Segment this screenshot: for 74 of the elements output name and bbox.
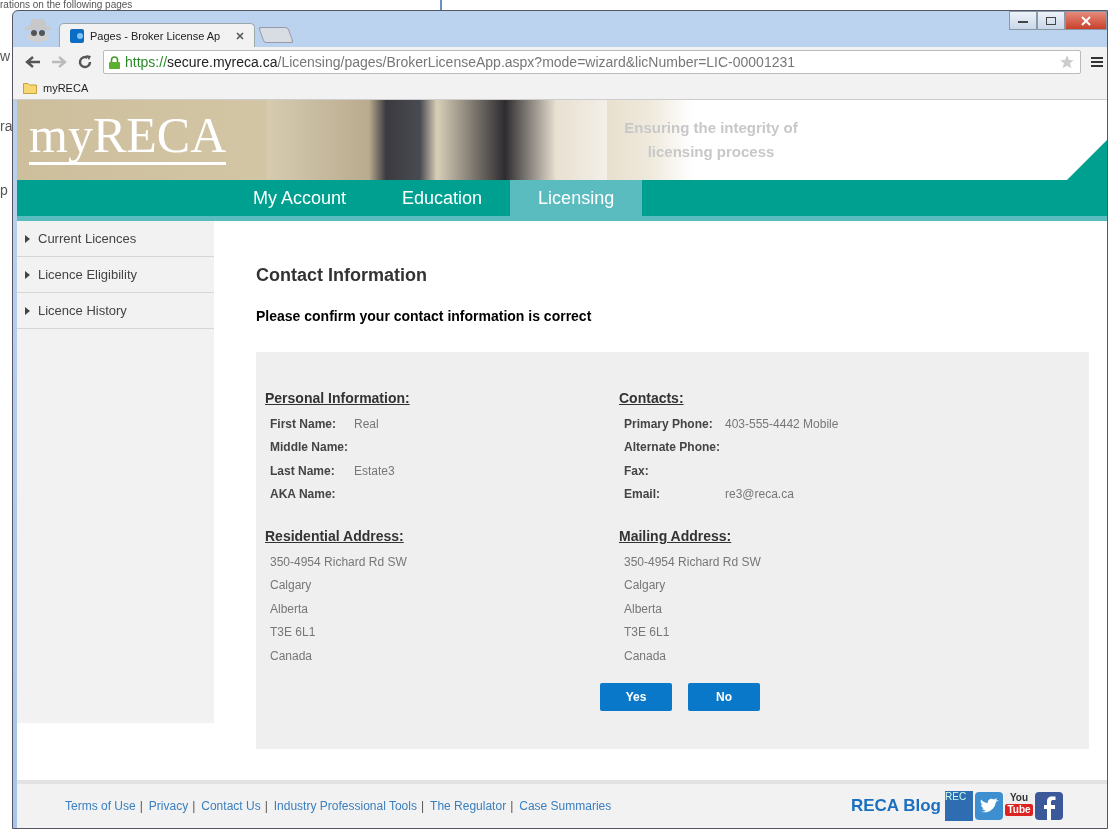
sidebar-item[interactable]: Licence Eligibility bbox=[17, 257, 214, 293]
lock-icon bbox=[109, 55, 120, 69]
address-line: Canada bbox=[269, 647, 314, 665]
address-line: Calgary bbox=[269, 577, 313, 595]
menu-icon[interactable] bbox=[1091, 56, 1103, 68]
triangle-icon bbox=[25, 270, 30, 279]
sidebar-item[interactable]: Current Licences bbox=[17, 221, 214, 257]
field-value: 403-555-4442 Mobile bbox=[725, 416, 839, 431]
blog-link[interactable]: RECA Blog bbox=[850, 796, 941, 816]
nav-tab[interactable]: Education bbox=[374, 180, 511, 216]
close-icon[interactable] bbox=[236, 31, 244, 40]
address-bar[interactable]: https://secure.myreca.ca/Licensing/pages/BrokerLicenseApp.aspx?mode=wizard&licNumber=LIC-00001231 bbox=[103, 50, 1081, 74]
field-value: Estate3 bbox=[354, 463, 395, 478]
document-text: p bbox=[0, 182, 8, 198]
field-label: Last Name: bbox=[270, 463, 336, 478]
footer-link[interactable]: Terms of Use bbox=[65, 799, 136, 813]
link-separator: | bbox=[264, 799, 268, 813]
link-separator: | bbox=[192, 799, 196, 813]
section-heading: Contacts: bbox=[619, 390, 685, 406]
page-title: Contact Information bbox=[256, 265, 428, 286]
link-separator: | bbox=[139, 799, 143, 813]
footer-link[interactable]: Industry Professional Tools bbox=[273, 799, 417, 813]
footer-link[interactable]: Privacy bbox=[148, 799, 189, 813]
section-heading: Residential Address: bbox=[265, 528, 405, 544]
bird-icon[interactable] bbox=[975, 792, 1003, 820]
section-heading: Mailing Address: bbox=[619, 528, 733, 544]
field-label: First Name: bbox=[270, 416, 338, 431]
address-line: 350-4954 Richard Rd SW bbox=[623, 553, 762, 571]
answer-button[interactable]: Yes bbox=[600, 682, 672, 711]
letter-f-icon[interactable] bbox=[1035, 792, 1063, 820]
triangle-icon bbox=[25, 234, 30, 243]
document-text: rations on the following pages bbox=[0, 0, 133, 10]
maximize-button[interactable] bbox=[1037, 11, 1065, 30]
link-separator: | bbox=[420, 799, 425, 813]
close-icon bbox=[1081, 15, 1091, 26]
blog-icon[interactable]: REC bbox=[945, 791, 973, 821]
document-text: w bbox=[0, 48, 11, 64]
browser-tab[interactable]: Pages - Broker License Ap bbox=[59, 23, 255, 47]
back-icon[interactable] bbox=[25, 55, 41, 69]
footer-link[interactable]: Case Summaries bbox=[519, 799, 612, 813]
address-line: 350-4954 Richard Rd SW bbox=[269, 553, 408, 571]
address-line: Calgary bbox=[623, 577, 667, 595]
address-line: T3E 6L1 bbox=[269, 624, 317, 642]
address-line: Canada bbox=[623, 647, 668, 665]
prompt-text: Please confirm your contact information is correct bbox=[256, 308, 593, 324]
field-value: Real bbox=[354, 416, 379, 431]
answer-button[interactable]: No bbox=[688, 682, 760, 711]
footer-link[interactable]: Contact Us bbox=[201, 799, 261, 813]
close-button[interactable] bbox=[1065, 11, 1107, 30]
reload-icon[interactable] bbox=[77, 54, 93, 70]
section-heading: Personal Information: bbox=[265, 390, 411, 406]
nav-tab[interactable]: My Account bbox=[225, 180, 375, 216]
star-icon[interactable] bbox=[1059, 54, 1075, 70]
incognito-icon bbox=[23, 16, 53, 42]
bookmark-item[interactable]: myRECA bbox=[23, 82, 89, 94]
document-text: ra bbox=[0, 118, 13, 134]
field-label: Middle Name: bbox=[270, 440, 349, 455]
field-label: Fax: bbox=[624, 463, 650, 478]
field-label: Email: bbox=[624, 487, 661, 502]
address-line: Alberta bbox=[269, 600, 310, 618]
footer-link[interactable]: The Regulator bbox=[430, 799, 507, 813]
sidebar-item[interactable]: Licence History bbox=[17, 293, 214, 329]
video-icon[interactable]: You Tube bbox=[1005, 792, 1033, 820]
field-value: re3@reca.ca bbox=[725, 487, 794, 502]
link-separator: | bbox=[510, 799, 514, 813]
minimize-button[interactable] bbox=[1009, 11, 1037, 30]
field-label: Primary Phone: bbox=[624, 416, 714, 431]
address-line: T3E 6L1 bbox=[623, 624, 671, 642]
triangle-icon bbox=[25, 306, 30, 315]
field-label: Alternate Phone: bbox=[624, 440, 721, 455]
maximize-icon bbox=[1046, 16, 1056, 25]
address-line: Alberta bbox=[623, 600, 664, 618]
folder-icon bbox=[23, 82, 37, 94]
field-label: AKA Name: bbox=[270, 487, 337, 502]
